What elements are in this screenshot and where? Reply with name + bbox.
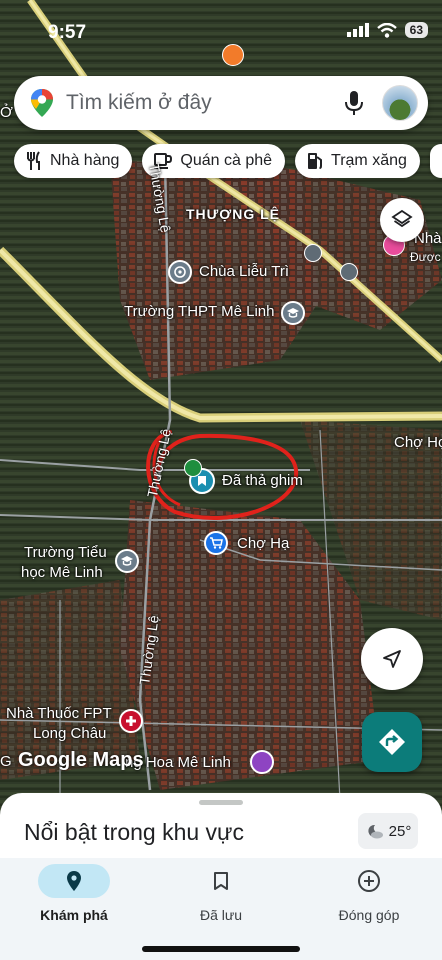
tab-saved-indicator	[185, 864, 257, 898]
moon-cloud-icon	[368, 824, 383, 839]
map-label-primary-school: học Mê Linh	[21, 564, 103, 581]
tab-contribute-indicator	[333, 864, 405, 898]
layers-button[interactable]	[380, 198, 424, 242]
bus-stop-marker[interactable]	[340, 263, 358, 281]
school-marker[interactable]	[281, 301, 305, 325]
map-label-pharmacy: Nhà Thuốc FPT	[6, 705, 112, 722]
temple-marker[interactable]	[168, 260, 192, 284]
weather-badge[interactable]: 25°	[358, 813, 418, 849]
pharmacy-icon	[126, 716, 136, 726]
my-location-button[interactable]	[361, 628, 423, 690]
sheet-title: Nổi bật trong khu vực	[24, 819, 244, 845]
wifi-icon	[376, 22, 397, 38]
restaurant-icon	[27, 151, 40, 170]
search-bar[interactable]: Tìm kiếm ở đây	[14, 76, 428, 130]
map-label-primary-school: Trường Tiểu	[24, 544, 107, 561]
map-label-left-edge: Ở	[0, 104, 13, 121]
tab-explore[interactable]: Khám phá	[9, 858, 139, 938]
status-icons: 63	[346, 22, 428, 38]
map-label-right-edge: Được	[410, 250, 441, 264]
directions-icon	[379, 729, 405, 755]
green-place-marker[interactable]	[184, 459, 202, 477]
market-marker[interactable]	[204, 531, 228, 555]
school-icon	[121, 556, 133, 566]
navigation-arrow-icon	[383, 650, 401, 668]
school-marker[interactable]	[115, 549, 139, 573]
account-avatar[interactable]	[382, 85, 418, 121]
tab-label: Đóng góp	[338, 907, 400, 923]
map-label-pharmacy: Long Châu	[33, 725, 107, 742]
category-chips: Nhà hàng Quán cà phê Trạm xăng	[14, 144, 442, 180]
map-label-area: THƯỢNG LỆ	[186, 206, 280, 222]
map-label-left-edge: G	[0, 753, 12, 770]
flower-shop-marker[interactable]	[250, 750, 274, 774]
search-input[interactable]: Tìm kiếm ở đây	[66, 91, 344, 115]
google-maps-pin-icon	[31, 89, 53, 117]
map-label-market-edge: Chợ Hợ	[394, 434, 442, 451]
chip-gas-stations[interactable]: Trạm xăng	[295, 144, 420, 178]
school-icon	[287, 308, 299, 318]
tab-contribute[interactable]: Đóng góp	[304, 858, 434, 938]
bookmark-icon	[198, 476, 206, 486]
tab-label: Đã lưu	[199, 907, 243, 923]
temple-icon	[174, 266, 186, 278]
directions-button[interactable]	[362, 712, 422, 772]
bus-stop-marker[interactable]	[304, 244, 322, 262]
map-label-market: Chợ Hạ	[237, 535, 290, 552]
layers-icon	[391, 209, 413, 228]
home-indicator[interactable]	[142, 946, 300, 952]
status-bar: 9:57 63	[0, 0, 442, 64]
bookmark-icon	[214, 872, 228, 890]
chip-restaurants[interactable]: Nhà hàng	[14, 144, 133, 178]
tab-label: Khám phá	[40, 907, 108, 923]
microphone-icon[interactable]	[344, 90, 364, 116]
chip-label: Quán cà phê	[180, 152, 273, 169]
restaurant-marker[interactable]	[222, 44, 244, 66]
gas-station-icon	[308, 153, 323, 169]
shopping-cart-icon	[210, 537, 223, 549]
chip-more[interactable]	[429, 144, 442, 178]
signal-icon	[346, 23, 369, 37]
tab-explore-indicator	[38, 864, 110, 898]
bottom-navigation: Khám phá Đã lưu Đóng góp	[0, 858, 442, 960]
chip-label: Trạm xăng	[331, 152, 407, 169]
map-label-temple: Chùa Liễu Trì	[199, 263, 290, 280]
weather-temperature: 25°	[388, 822, 412, 840]
chip-label: Nhà hàng	[50, 152, 120, 169]
status-time: 9:57	[48, 22, 87, 43]
map-label-high-school: Trường THPT Mê Linh	[124, 303, 275, 320]
google-maps-watermark: Google Maps	[18, 749, 144, 771]
sheet-drag-handle[interactable]	[199, 800, 243, 805]
tab-saved[interactable]: Đã lưu	[156, 858, 286, 938]
battery-level: 63	[404, 22, 428, 38]
pharmacy-marker[interactable]	[119, 709, 143, 733]
location-pin-icon	[67, 871, 81, 891]
add-circle-icon	[358, 870, 380, 892]
map-label-saved-place: Đã thả ghim	[222, 472, 303, 489]
